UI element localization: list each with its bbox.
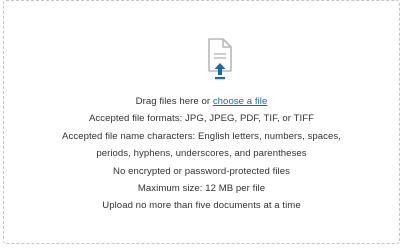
choose-file-link[interactable]: choose a file	[213, 96, 268, 107]
max-size-text: Maximum size: 12 MB per file	[137, 183, 266, 195]
upload-instructions: Drag files here or choose a file Accepte…	[4, 93, 399, 215]
file-drop-zone[interactable]: Drag files here or choose a file Accepte…	[3, 0, 400, 244]
document-limit-text: Upload no more than five documents at a …	[102, 200, 301, 212]
encryption-rule-text: No encrypted or password-protected files	[113, 165, 290, 177]
file-upload-icon	[207, 38, 233, 84]
accepted-formats-text: Accepted file formats: JPG, JPEG, PDF, T…	[88, 113, 315, 125]
accepted-characters-text: Accepted file name characters: English l…	[62, 130, 341, 142]
drag-instruction-line: Drag files here or choose a file	[4, 93, 399, 110]
accepted-characters-continued-text: periods, hyphens, underscores, and paren…	[96, 148, 307, 160]
drag-prefix-text: Drag files here or	[135, 96, 213, 107]
